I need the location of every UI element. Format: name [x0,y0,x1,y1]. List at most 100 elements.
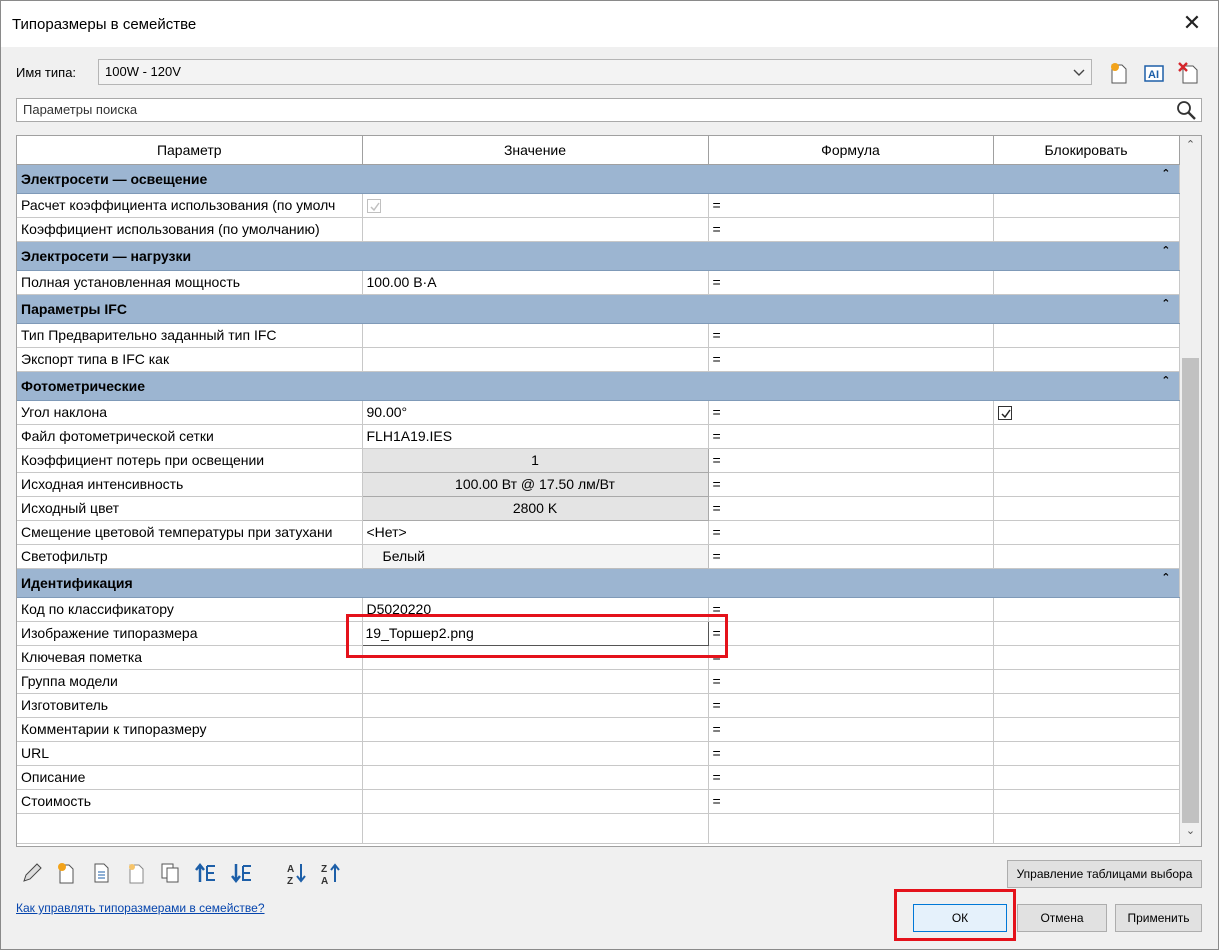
group-header-identity[interactable]: Идентификация ⌃ [17,568,1180,598]
param-lock[interactable] [993,520,1180,545]
collapse-icon[interactable]: ⌃ [1161,244,1170,257]
param-formula[interactable]: = [708,717,994,742]
param-value-button[interactable]: 100.00 Вт @ 17.50 лм/Вт [361,471,709,497]
param-formula[interactable]: = [708,400,994,425]
lock-checkbox[interactable] [997,406,1012,421]
param-formula[interactable]: = [708,217,994,242]
param-value[interactable] [362,323,709,348]
param-formula[interactable]: = [708,645,994,670]
new-parameter-icon[interactable] [53,860,79,886]
collapse-icon[interactable]: ⌃ [1161,571,1170,584]
param-formula[interactable]: = [708,520,994,545]
param-formula[interactable]: = [708,765,994,790]
param-lock[interactable] [993,693,1180,718]
edit-parameter-icon[interactable] [19,860,45,886]
apply-button[interactable]: Применить [1115,904,1202,932]
param-lock[interactable] [993,270,1180,295]
param-lock[interactable] [993,472,1180,497]
close-icon[interactable]: ✕ [1180,11,1204,35]
sort-ascending-icon[interactable]: AZ [284,860,310,886]
column-header-parameter[interactable]: Параметр [17,136,363,165]
search-parameters-input[interactable]: Параметры поиска [16,98,1202,122]
scroll-up-icon[interactable]: ⌃ [1180,138,1201,158]
column-header-value[interactable]: Значение [362,136,709,165]
scrollbar-thumb[interactable] [1182,358,1199,823]
param-lock[interactable] [993,424,1180,449]
group-header-loads[interactable]: Электросети — нагрузки ⌃ [17,241,1180,271]
param-value[interactable] [362,693,709,718]
param-value-color-swatch[interactable]: Белый [361,543,709,569]
param-formula[interactable]: = [708,323,994,348]
delete-type-icon[interactable] [1175,59,1203,87]
param-lock[interactable] [993,741,1180,766]
search-icon[interactable] [1175,99,1197,121]
param-value[interactable] [362,217,709,242]
param-formula[interactable]: = [708,270,994,295]
group-header-ifc[interactable]: Параметры IFC ⌃ [17,294,1180,324]
param-value-button[interactable]: 2800 K [361,495,709,521]
param-value-button[interactable]: 1 [361,447,709,473]
shared-parameter-icon[interactable] [123,860,149,886]
param-value[interactable] [362,741,709,766]
param-value[interactable] [362,789,709,814]
param-value[interactable]: 100.00 В·А [362,270,709,295]
param-formula[interactable]: = [708,424,994,449]
param-value[interactable]: <Нет> [362,520,709,545]
param-lock[interactable] [993,669,1180,694]
param-formula[interactable]: = [708,448,994,473]
delete-parameter-icon[interactable] [89,860,115,886]
collapse-icon[interactable]: ⌃ [1161,374,1170,387]
param-value[interactable] [362,717,709,742]
param-lock[interactable] [993,621,1180,646]
param-formula[interactable]: = [708,597,994,622]
rename-type-icon[interactable]: AI [1140,59,1168,87]
lookup-tables-button[interactable]: Управление таблицами выбора [1007,860,1202,888]
param-value[interactable] [362,669,709,694]
param-formula[interactable]: = [708,693,994,718]
group-header-photometric[interactable]: Фотометрические ⌃ [17,371,1180,401]
copy-parameter-icon[interactable] [157,860,183,886]
param-lock[interactable] [993,193,1180,218]
param-lock[interactable] [993,347,1180,372]
param-formula[interactable]: = [708,347,994,372]
param-lock[interactable] [993,717,1180,742]
param-formula[interactable]: = [708,544,994,569]
param-lock[interactable] [993,789,1180,814]
param-lock[interactable] [993,496,1180,521]
param-formula[interactable]: = [708,741,994,766]
vertical-scrollbar[interactable]: ⌃ ⌄ [1180,136,1201,846]
param-name: Комментарии к типоразмеру [17,717,363,742]
param-value[interactable]: FLH1A19.IES [362,424,709,449]
type-name-dropdown[interactable]: 100W - 120V [98,59,1092,85]
param-value[interactable] [362,765,709,790]
collapse-icon[interactable]: ⌃ [1161,167,1170,180]
param-formula[interactable]: = [708,193,994,218]
param-formula[interactable]: = [708,621,994,646]
column-header-lock[interactable]: Блокировать [993,136,1180,165]
move-down-icon[interactable] [229,860,255,886]
param-lock[interactable] [993,217,1180,242]
param-lock[interactable] [993,544,1180,569]
sort-descending-icon[interactable]: ZA [318,860,344,886]
param-lock[interactable] [993,448,1180,473]
param-value[interactable] [362,347,709,372]
new-type-icon[interactable] [1104,59,1132,87]
param-formula[interactable]: = [708,789,994,814]
scroll-down-icon[interactable]: ⌄ [1180,824,1201,844]
column-header-formula[interactable]: Формула [708,136,994,165]
param-lock[interactable] [993,645,1180,670]
collapse-icon[interactable]: ⌃ [1161,297,1170,310]
cancel-button[interactable]: Отмена [1017,904,1107,932]
param-lock[interactable] [993,400,1180,425]
param-lock[interactable] [993,765,1180,790]
param-value[interactable]: 90.00° [362,400,709,425]
group-header-lighting[interactable]: Электросети — освещение ⌃ [17,164,1180,194]
param-value-checkbox [362,193,709,218]
move-up-icon[interactable] [193,860,219,886]
param-formula[interactable]: = [708,669,994,694]
param-formula[interactable]: = [708,496,994,521]
param-lock[interactable] [993,597,1180,622]
param-lock[interactable] [993,323,1180,348]
param-formula[interactable]: = [708,472,994,497]
help-link[interactable]: Как управлять типоразмерами в семействе? [16,901,265,915]
